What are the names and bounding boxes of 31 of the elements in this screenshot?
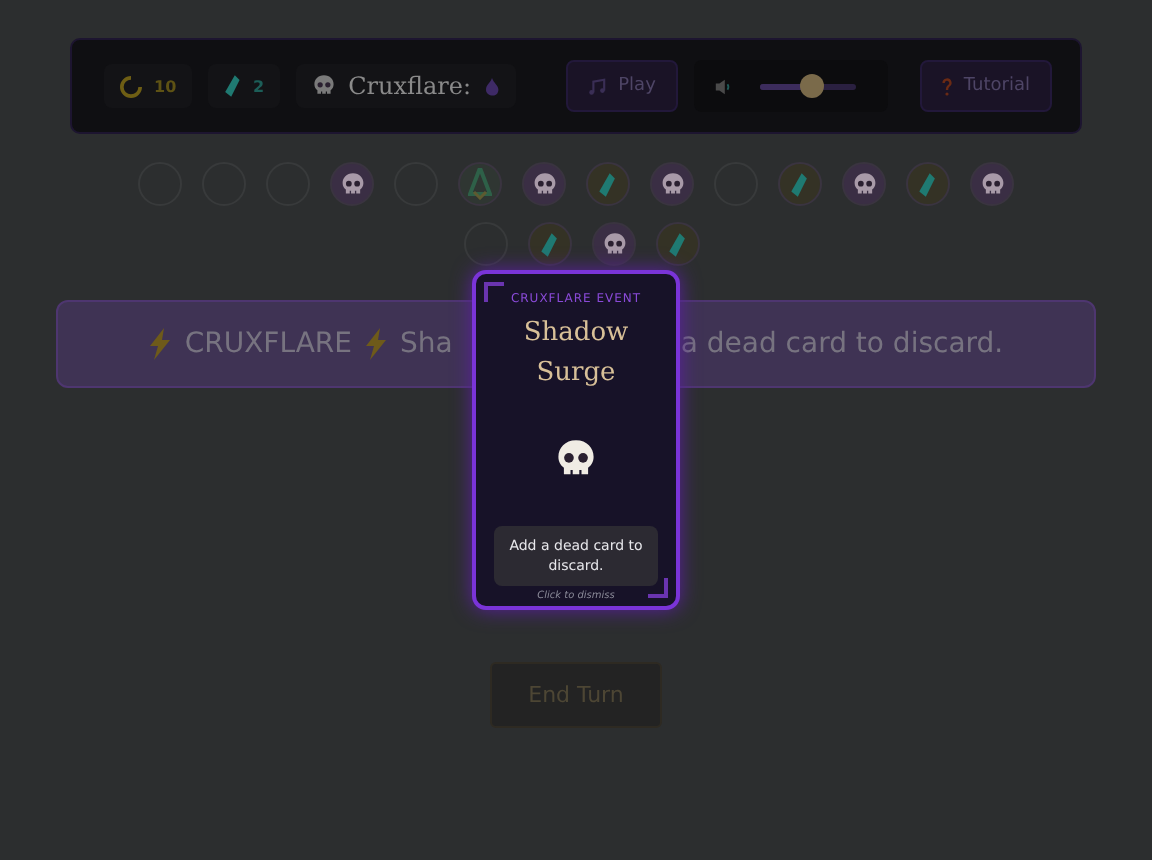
lightning-icon (148, 328, 173, 360)
gem-icon (598, 171, 618, 197)
gem-count: 2 (253, 77, 265, 95)
corner-bracket (484, 282, 504, 302)
tutorial-button[interactable]: Tutorial (919, 60, 1052, 112)
gem-icon (540, 231, 560, 257)
ring-icon (120, 75, 142, 97)
gem-icon (790, 171, 810, 197)
music-icon (588, 77, 607, 95)
banner-text: Sha (400, 328, 453, 360)
speaker-icon (713, 77, 732, 95)
question-icon (941, 77, 952, 95)
skull-icon (312, 74, 337, 98)
card-title: Shadow Surge (521, 316, 631, 392)
gem-icon (668, 231, 688, 257)
skull-icon (979, 171, 1005, 197)
coin-count: 10 (154, 77, 177, 95)
music-button[interactable]: Play (566, 60, 678, 112)
volume-thumb[interactable] (800, 74, 825, 98)
gem-icon (224, 74, 242, 98)
gem-icon (918, 171, 938, 197)
skull-icon (659, 171, 685, 197)
skull-icon (531, 171, 557, 197)
skull-icon (339, 171, 365, 197)
lightning-icon (364, 328, 389, 360)
banner-text: a dead card to discard. (680, 328, 1004, 360)
skull-icon (601, 231, 627, 257)
banner-title: CRUXFLARE (184, 328, 353, 360)
skull-icon (851, 171, 877, 197)
cruxflare-label: Cruxflare: (348, 72, 472, 100)
empty-slot (464, 222, 508, 266)
